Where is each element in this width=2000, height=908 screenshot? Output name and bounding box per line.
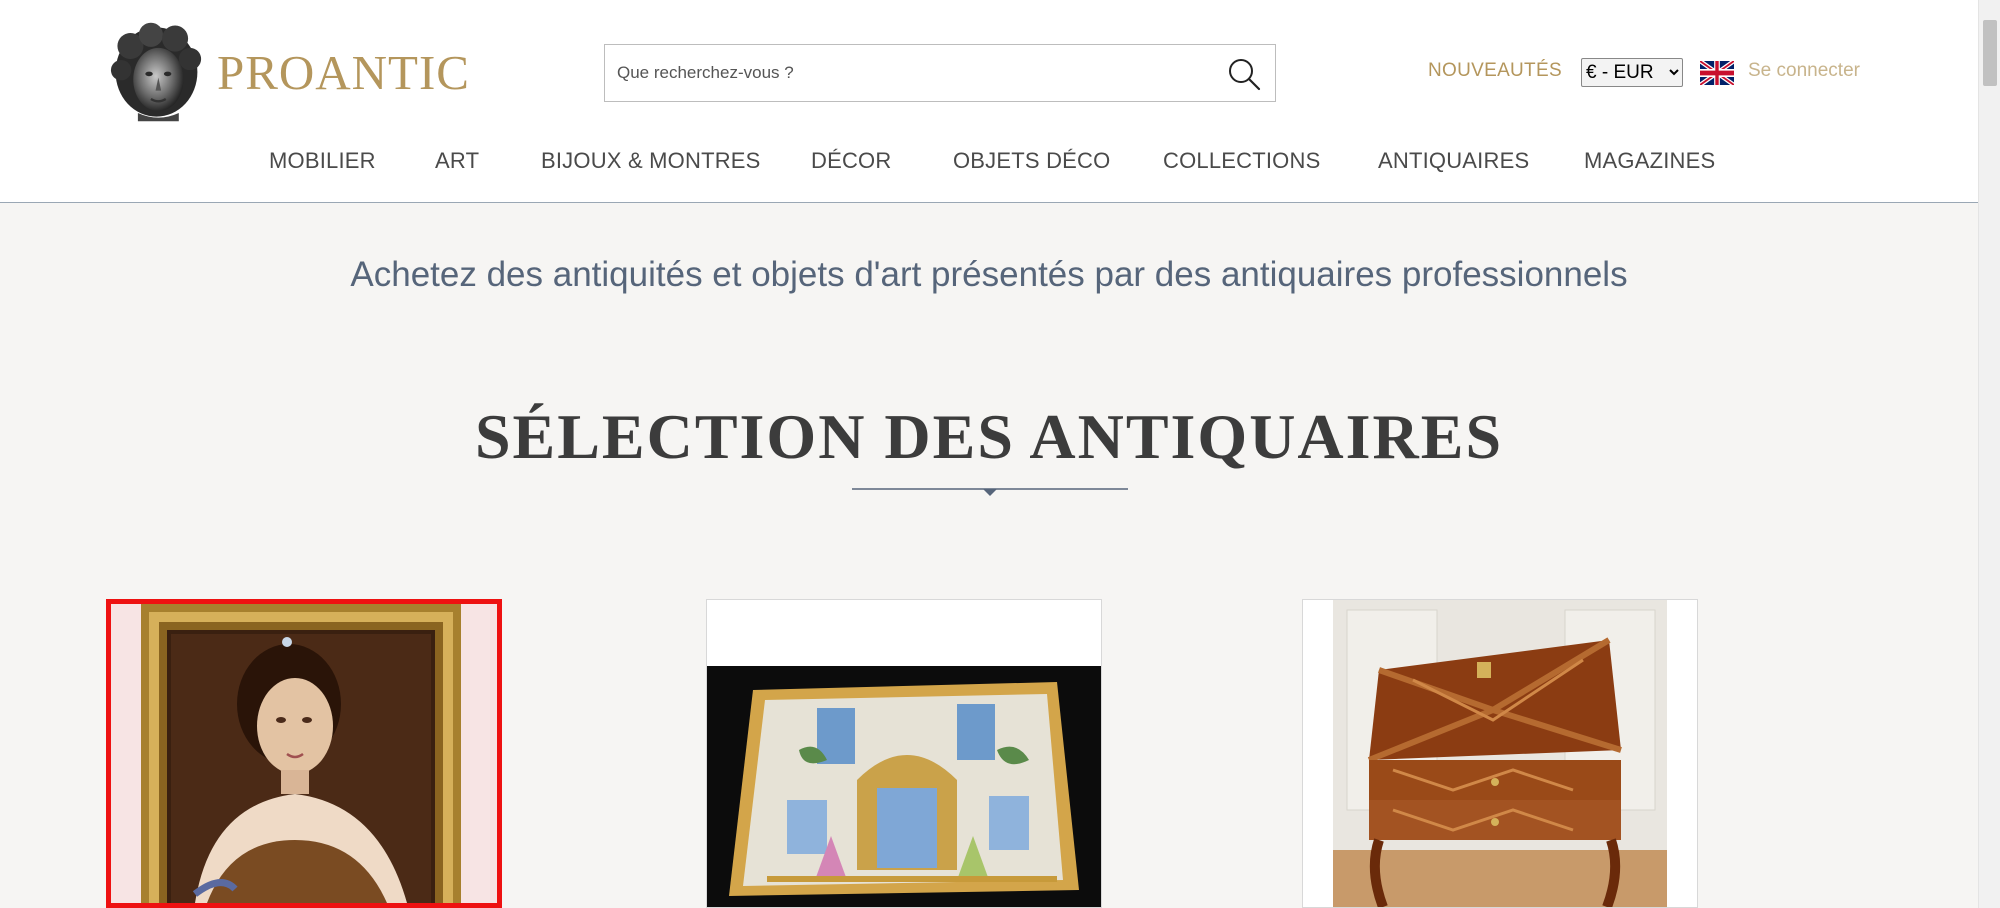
nav-item-collections[interactable]: COLLECTIONS	[1163, 148, 1320, 174]
logo[interactable]: PROANTIC	[110, 20, 470, 125]
search-box	[604, 44, 1276, 102]
main-nav: MOBILIER ART BIJOUX & MONTRES DÉCOR OBJE…	[0, 148, 1978, 178]
nav-item-decor[interactable]: DÉCOR	[811, 148, 891, 174]
beaded-tapestry-image	[707, 600, 1101, 907]
marquetry-desk-image	[1303, 600, 1697, 907]
product-card-tapestry[interactable]	[706, 599, 1102, 908]
logo-text: PROANTIC	[216, 45, 470, 100]
nav-item-antiquaires[interactable]: ANTIQUAIRES	[1378, 148, 1529, 174]
page-scrollbar[interactable]	[1978, 0, 2000, 908]
product-card-portrait[interactable]	[106, 599, 502, 908]
title-divider	[852, 488, 1128, 496]
nav-item-bijoux-montres[interactable]: BIJOUX & MONTRES	[541, 148, 761, 174]
nav-item-magazines[interactable]: MAGAZINES	[1584, 148, 1715, 174]
site-header: PROANTIC NOUVEAUTÉS € - EUR Se connecter…	[0, 0, 1978, 203]
sculpted-head-logo-icon	[110, 22, 202, 122]
nav-item-objets-deco[interactable]: OBJETS DÉCO	[953, 148, 1110, 174]
uk-flag-icon[interactable]	[1700, 61, 1734, 85]
search-input[interactable]	[605, 45, 1205, 101]
nouveautes-link[interactable]: NOUVEAUTÉS	[1428, 60, 1562, 82]
signin-link[interactable]: Se connecter	[1748, 60, 1860, 82]
product-card-desk[interactable]	[1302, 599, 1698, 908]
currency-select[interactable]: € - EUR	[1581, 58, 1683, 87]
section-title: SÉLECTION DES ANTIQUAIRES	[474, 401, 1504, 472]
search-icon[interactable]	[1227, 57, 1261, 91]
nav-item-art[interactable]: ART	[435, 148, 479, 174]
portrait-painting-image	[111, 604, 497, 903]
nav-item-mobilier[interactable]: MOBILIER	[269, 148, 376, 174]
tagline: Achetez des antiquités et objets d'art p…	[350, 255, 1628, 294]
scrollbar-thumb[interactable]	[1983, 20, 1997, 86]
